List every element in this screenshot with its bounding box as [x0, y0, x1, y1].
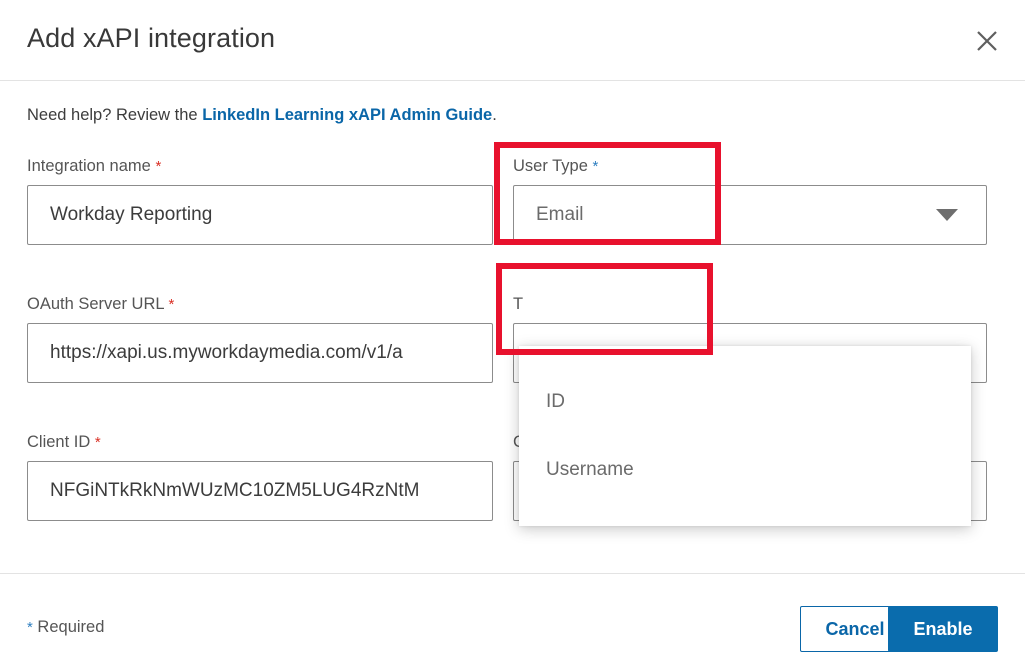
- dialog-header: Add xAPI integration: [0, 0, 1025, 81]
- oauth-server-url-label: OAuth Server URL *: [27, 295, 493, 314]
- required-asterisk: *: [593, 158, 599, 175]
- dialog-body: Need help? Review the LinkedIn Learning …: [0, 81, 1025, 573]
- integration-name-label: Integration name *: [27, 157, 493, 176]
- client-id-input[interactable]: [27, 461, 493, 521]
- user-type-selected-value: Email: [536, 204, 584, 226]
- integration-name-label-text: Integration name: [27, 157, 151, 175]
- user-type-field: User Type * Email: [513, 157, 987, 245]
- add-xapi-integration-dialog: Add xAPI integration Need help? Review t…: [0, 0, 1025, 654]
- client-id-label: Client ID *: [27, 433, 493, 452]
- required-note-text: Required: [33, 618, 105, 636]
- required-asterisk: *: [155, 158, 161, 175]
- oauth-server-url-label-text: OAuth Server URL: [27, 295, 164, 313]
- help-text-prefix: Need help? Review the: [27, 106, 202, 124]
- enable-button[interactable]: Enable: [888, 606, 998, 652]
- required-asterisk: *: [169, 296, 175, 313]
- obscured-right-field-label: T: [513, 295, 987, 314]
- close-icon-glyph: [968, 22, 1006, 60]
- oauth-server-url-input[interactable]: [27, 323, 493, 383]
- client-id-field: Client ID *: [27, 433, 493, 521]
- xapi-admin-guide-link[interactable]: LinkedIn Learning xAPI Admin Guide: [202, 106, 492, 124]
- user-type-option-username[interactable]: Username: [519, 436, 971, 504]
- dialog-footer: * Required Cancel Enable: [0, 573, 1025, 654]
- user-type-select[interactable]: Email: [513, 185, 987, 245]
- help-text: Need help? Review the LinkedIn Learning …: [27, 106, 497, 125]
- oauth-server-url-field: OAuth Server URL *: [27, 295, 493, 383]
- chevron-down-icon: [936, 209, 958, 221]
- user-type-label-text: User Type: [513, 157, 588, 175]
- user-type-label: User Type *: [513, 157, 987, 176]
- required-asterisk: *: [95, 434, 101, 451]
- help-text-suffix: .: [492, 106, 497, 124]
- required-note: * Required: [27, 618, 104, 637]
- integration-name-input[interactable]: [27, 185, 493, 245]
- user-type-option-id[interactable]: ID: [519, 368, 971, 436]
- integration-name-field: Integration name *: [27, 157, 493, 245]
- client-id-label-text: Client ID: [27, 433, 90, 451]
- close-icon[interactable]: [968, 22, 1006, 60]
- dialog-title: Add xAPI integration: [27, 23, 275, 54]
- user-type-dropdown-menu: ID Username: [519, 346, 971, 526]
